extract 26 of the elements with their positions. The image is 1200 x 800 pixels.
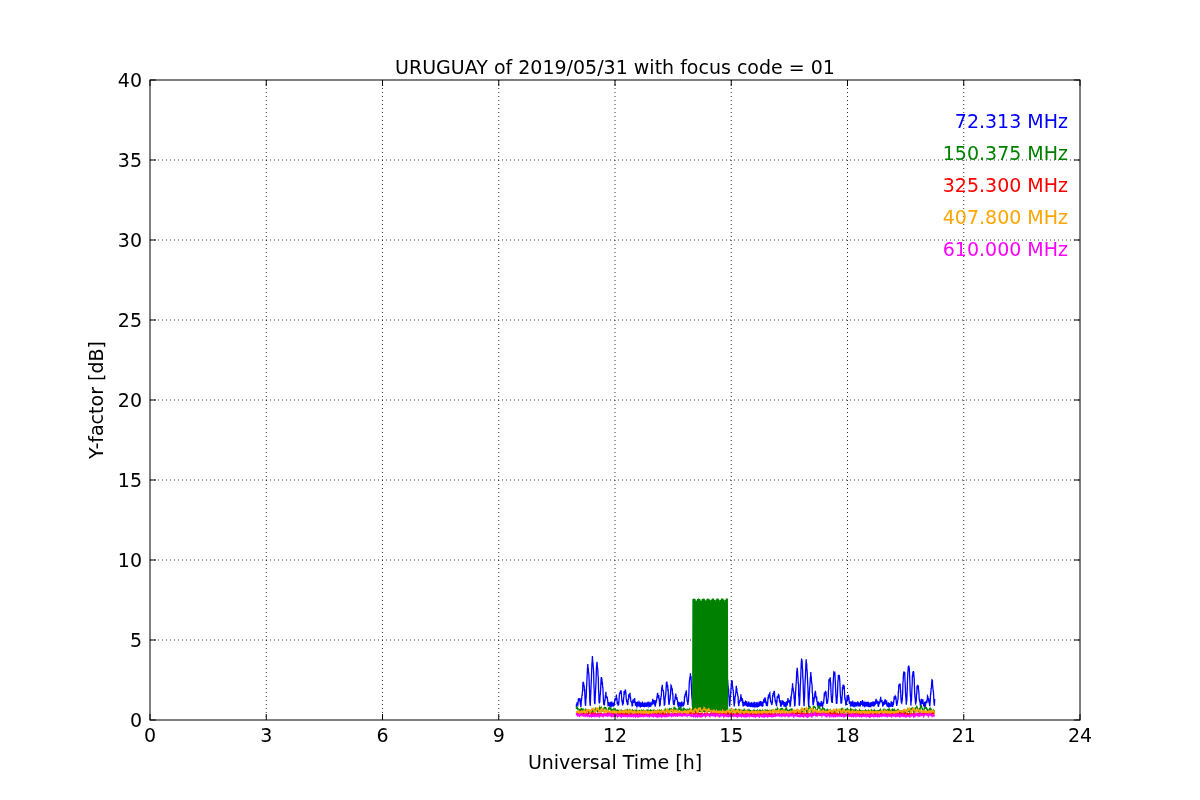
legend-label: 610.000 MHz [942,238,1068,260]
tick-label: 24 [1067,724,1093,746]
tick-label: 10 [117,549,142,571]
tick-label: 30 [117,229,142,251]
x-axis-label: Universal Time [h] [527,751,703,773]
legend-label: 150.375 MHz [942,142,1068,164]
legend-label: 72.313 MHz [954,110,1068,132]
tick-label: 9 [492,724,505,746]
tick-label: 40 [117,69,142,91]
tick-label: 25 [117,309,142,331]
tick-label: 3 [260,724,273,746]
tick-label: 5 [129,629,142,651]
tick-label: 21 [951,724,976,746]
tick-label: 0 [129,709,142,731]
tick-label: 35 [117,149,142,171]
legend-label: 325.300 MHz [942,174,1068,196]
tick-label: 12 [602,724,628,746]
legend-label: 407.800 MHz [942,206,1068,228]
plot-title: URUGUAY of 2019/05/31 with focus code = 01 [395,56,835,78]
tick-label: 15 [117,469,142,491]
tick-label: 6 [376,724,389,746]
tick-label: 15 [719,724,744,746]
tick-label: 20 [117,389,142,411]
tick-label: 0 [143,724,157,746]
tick-label: 18 [835,724,860,746]
y-axis-label: Y-factor [dB] [85,341,107,459]
